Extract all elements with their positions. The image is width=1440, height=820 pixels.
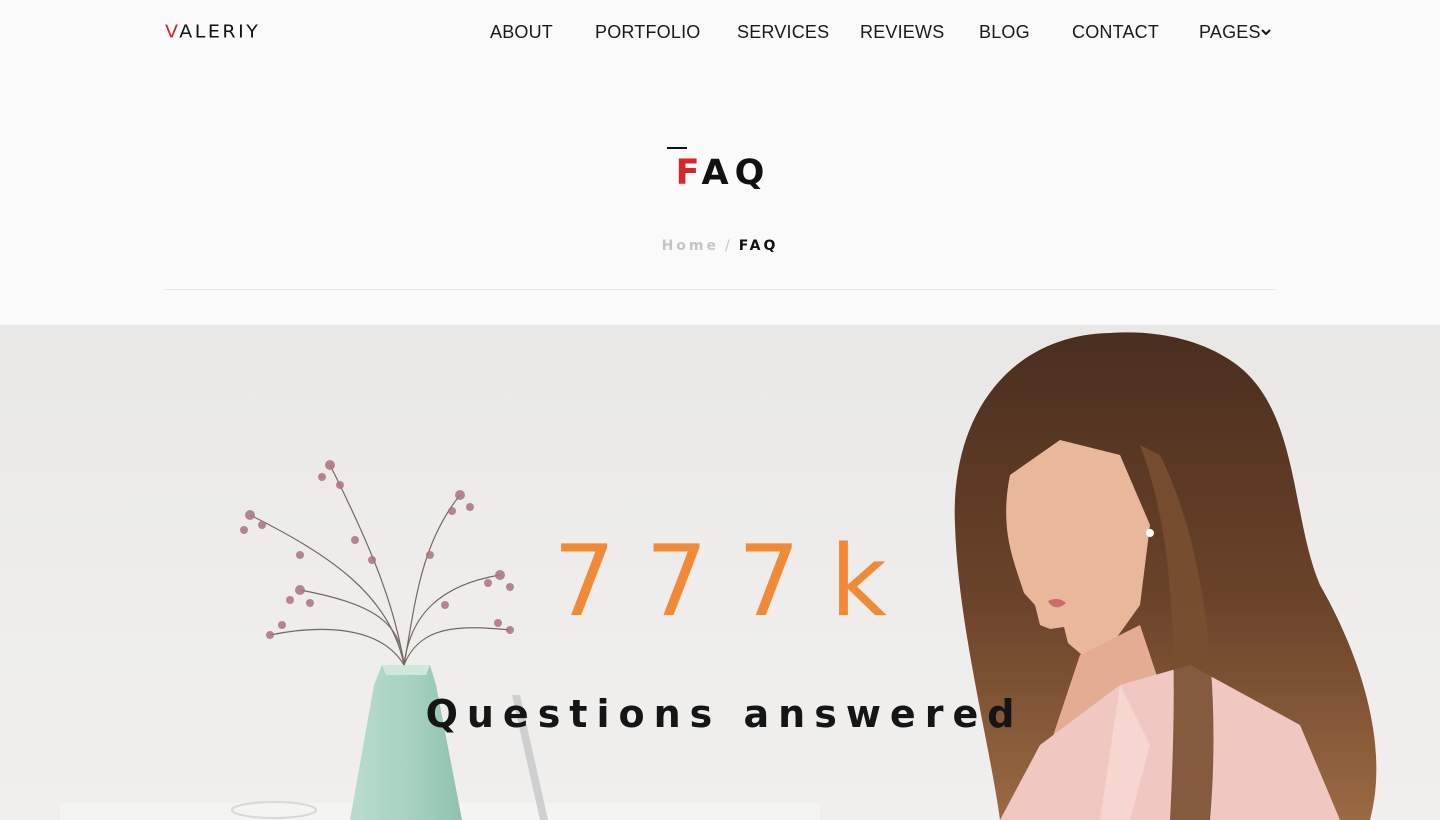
stat-number: 777k <box>553 525 917 639</box>
site-logo[interactable]: VALERIY <box>165 23 260 41</box>
stat-label: Questions answered <box>425 692 1024 736</box>
chevron-down-icon[interactable] <box>1261 27 1271 37</box>
nav-contact[interactable]: CONTACT <box>1072 22 1159 43</box>
breadcrumb: Home / FAQ <box>0 238 1440 254</box>
site-header: VALERIY ABOUT PORTFOLIO SERVICES REVIEWS… <box>0 0 1440 70</box>
main-nav: ABOUT PORTFOLIO SERVICES REVIEWS BLOG CO… <box>490 22 1276 48</box>
breadcrumb-separator: / <box>725 238 733 254</box>
page-title: FAQ <box>0 156 1440 191</box>
section-divider <box>165 289 1275 290</box>
nav-blog[interactable]: BLOG <box>979 22 1030 43</box>
nav-portfolio[interactable]: PORTFOLIO <box>595 22 701 43</box>
logo-accent-letter: V <box>165 21 180 43</box>
title-accent-dash <box>667 147 687 149</box>
page-title-first-letter: F <box>675 153 702 193</box>
nav-reviews[interactable]: REVIEWS <box>860 22 944 43</box>
breadcrumb-home-link[interactable]: Home <box>662 238 719 254</box>
page-title-rest: AQ <box>701 153 771 193</box>
stat-banner: 777k Questions answered <box>0 325 1440 820</box>
nav-pages[interactable]: PAGES <box>1199 22 1261 43</box>
breadcrumb-current: FAQ <box>738 238 779 254</box>
nav-services[interactable]: SERVICES <box>737 22 829 43</box>
nav-about[interactable]: ABOUT <box>490 22 553 43</box>
logo-text: ALERIY <box>179 21 261 43</box>
